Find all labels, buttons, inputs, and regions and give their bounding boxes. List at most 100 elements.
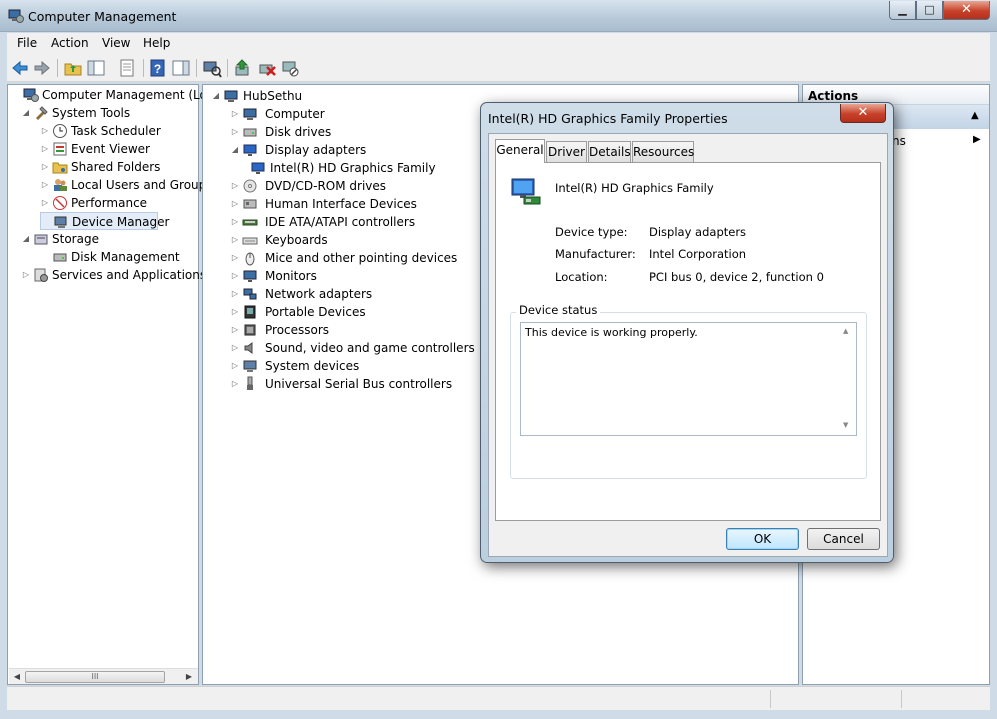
storage-icon bbox=[34, 234, 48, 245]
expander-icon[interactable]: ▷ bbox=[230, 105, 240, 123]
tree-item-device-manager[interactable]: Device Manager bbox=[40, 212, 169, 230]
tree-item-label: Performance bbox=[71, 196, 148, 210]
manufacturer-value: Intel Corporation bbox=[649, 247, 747, 261]
performance-icon bbox=[53, 196, 67, 210]
more-actions-label: ns bbox=[892, 134, 906, 148]
disk-management-icon bbox=[53, 253, 67, 262]
expander-icon[interactable]: ◢ bbox=[230, 141, 240, 159]
processor-icon bbox=[244, 324, 256, 336]
expander-icon[interactable]: ▷ bbox=[230, 195, 240, 213]
expander-icon[interactable]: ▷ bbox=[40, 140, 50, 158]
dialog-title: Intel(R) HD Graphics Family Properties bbox=[488, 111, 728, 126]
scroll-left-button[interactable]: ◀ bbox=[10, 670, 24, 684]
expander-icon[interactable]: ◢ bbox=[211, 87, 221, 105]
scan-hardware-icon[interactable] bbox=[202, 58, 222, 78]
computer-icon bbox=[224, 90, 238, 102]
expander-icon[interactable]: ▷ bbox=[230, 213, 240, 231]
device-status-textbox[interactable]: This device is working properly. ▲ ▼ bbox=[520, 322, 857, 436]
tree-item-label: Local Users and Groups bbox=[71, 178, 213, 192]
dialog-body: General Driver Details Resources Intel(R… bbox=[488, 133, 888, 557]
expander-icon[interactable]: ▷ bbox=[230, 123, 240, 141]
forward-arrow-icon[interactable] bbox=[32, 58, 52, 78]
expander-icon[interactable]: ▷ bbox=[230, 303, 240, 321]
device-label: Network adapters bbox=[265, 287, 373, 301]
maximize-button[interactable]: □ bbox=[916, 1, 943, 20]
tree-item-label: Computer Management (Local bbox=[42, 88, 225, 102]
mouse-icon bbox=[245, 252, 255, 266]
scroll-right-button[interactable]: ▶ bbox=[182, 670, 196, 684]
uninstall-icon[interactable] bbox=[257, 58, 277, 78]
disable-device-icon[interactable] bbox=[280, 58, 300, 78]
tree-item-label: Disk Management bbox=[71, 250, 180, 264]
device-label: Display adapters bbox=[265, 143, 367, 157]
expander-icon[interactable]: ▷ bbox=[40, 158, 50, 176]
device-label: Portable Devices bbox=[265, 305, 366, 319]
tab-resources[interactable]: Resources bbox=[632, 141, 694, 162]
expander-icon[interactable]: ▷ bbox=[40, 122, 50, 140]
expander-icon[interactable]: ▷ bbox=[40, 194, 50, 212]
expander-icon[interactable]: ▷ bbox=[230, 375, 240, 393]
device-status-label: Device status bbox=[516, 303, 601, 317]
help-icon[interactable]: ? bbox=[148, 58, 168, 78]
expander-icon[interactable]: ▷ bbox=[230, 357, 240, 375]
expander-icon[interactable]: ◢ bbox=[21, 230, 31, 248]
expander-icon[interactable]: ◢ bbox=[21, 104, 31, 122]
dvd-drive-icon bbox=[243, 179, 257, 193]
up-folder-icon[interactable] bbox=[63, 58, 83, 78]
expander-icon[interactable]: ▷ bbox=[230, 267, 240, 285]
menu-file[interactable]: File bbox=[17, 36, 37, 50]
tree-item-label: Device Manager bbox=[72, 215, 170, 229]
device-label: Sound, video and game controllers bbox=[265, 341, 475, 355]
expander-icon[interactable]: ▷ bbox=[40, 176, 50, 194]
back-arrow-icon[interactable] bbox=[10, 58, 30, 78]
expander-icon[interactable]: ▷ bbox=[230, 177, 240, 195]
status-vertical-scrollbar[interactable]: ▲ ▼ bbox=[840, 323, 856, 435]
tab-details[interactable]: Details bbox=[588, 141, 631, 162]
device-status-text: This device is working properly. bbox=[525, 326, 698, 339]
properties-icon[interactable] bbox=[117, 58, 137, 78]
expander-icon[interactable]: ▷ bbox=[230, 339, 240, 357]
device-label: Keyboards bbox=[265, 233, 328, 247]
cancel-button[interactable]: Cancel bbox=[807, 528, 880, 550]
title-bar[interactable]: Computer Management ▁ □ ✕ bbox=[0, 0, 997, 32]
scroll-down-button[interactable]: ▼ bbox=[843, 421, 848, 429]
menu-help[interactable]: Help bbox=[143, 36, 170, 50]
scroll-up-button[interactable]: ▲ bbox=[843, 327, 848, 335]
scroll-thumb[interactable]: III bbox=[25, 671, 165, 683]
tab-general[interactable]: General bbox=[495, 139, 545, 163]
console-tree-pane: Computer Management (Local ◢ System Tools ▷… bbox=[7, 84, 224, 685]
minimize-button[interactable]: ▁ bbox=[889, 1, 916, 20]
tree-item-label: Services and Applications bbox=[52, 268, 207, 282]
device-type-label: Device type: bbox=[555, 225, 628, 239]
usb-icon bbox=[247, 376, 253, 390]
ok-button[interactable]: OK bbox=[726, 528, 799, 550]
menu-view[interactable]: View bbox=[102, 36, 130, 50]
device-label: Universal Serial Bus controllers bbox=[265, 377, 453, 391]
collapse-arrow-icon[interactable]: ▲ bbox=[971, 110, 979, 121]
keyboard-icon bbox=[242, 237, 258, 245]
expander-icon[interactable]: ▷ bbox=[21, 266, 31, 284]
menu-action[interactable]: Action bbox=[51, 36, 89, 50]
tab-driver[interactable]: Driver bbox=[546, 141, 587, 162]
expander-icon[interactable]: ▷ bbox=[230, 321, 240, 339]
status-bar bbox=[7, 686, 990, 710]
show-hide-tree-icon[interactable] bbox=[86, 58, 106, 78]
monitor-icon bbox=[243, 270, 257, 282]
dialog-close-button[interactable]: ✕ bbox=[840, 104, 886, 123]
device-label: Intel(R) HD Graphics Family bbox=[270, 161, 436, 175]
expander-icon[interactable]: ▷ bbox=[230, 249, 240, 267]
tree-item-label: Storage bbox=[52, 232, 99, 246]
shared-folders-icon bbox=[52, 162, 68, 174]
task-scheduler-icon bbox=[53, 124, 67, 138]
graphics-card-icon bbox=[251, 162, 265, 174]
expander-icon[interactable]: ▷ bbox=[230, 285, 240, 303]
device-label: IDE ATA/ATAPI controllers bbox=[265, 215, 416, 229]
expander-icon[interactable]: ▷ bbox=[230, 231, 240, 249]
horizontal-scrollbar[interactable]: ◀ III ▶ bbox=[9, 668, 198, 684]
device-label: Computer bbox=[265, 107, 325, 121]
close-button[interactable]: ✕ bbox=[943, 1, 990, 20]
update-driver-icon[interactable] bbox=[233, 58, 253, 78]
submenu-arrow-icon: ▶ bbox=[973, 134, 981, 145]
network-adapter-icon bbox=[243, 288, 257, 300]
show-action-pane-icon[interactable] bbox=[171, 58, 191, 78]
